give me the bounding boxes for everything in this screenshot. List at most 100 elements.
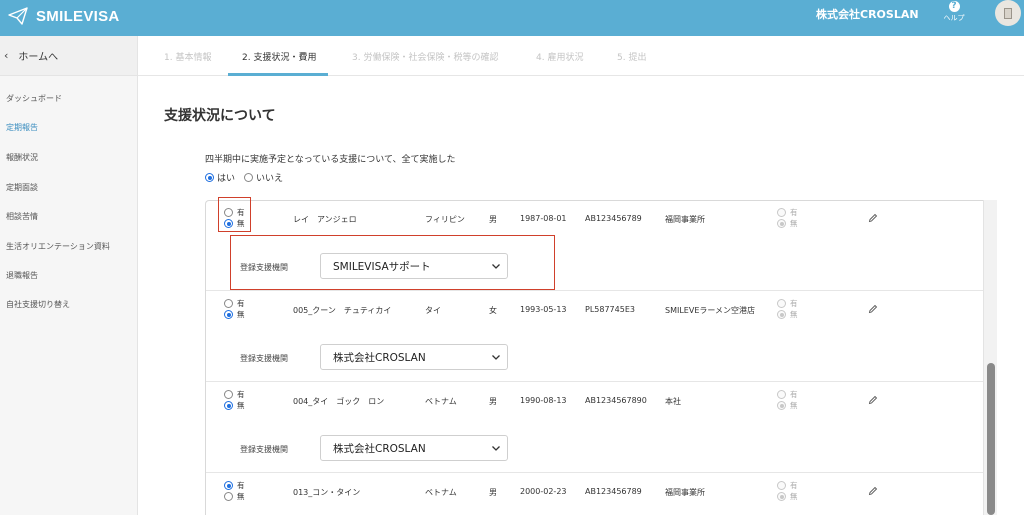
sidebar-item[interactable]: 定期面談 bbox=[6, 182, 38, 193]
radio-yes[interactable]: はい bbox=[205, 171, 235, 184]
cell-id: AB123456789 bbox=[585, 214, 642, 223]
support-org-select[interactable]: SMILEVISAサポート bbox=[320, 253, 508, 279]
support-org-value: 株式会社CROSLAN bbox=[333, 351, 426, 364]
row-selection-yes[interactable]: 有 bbox=[224, 298, 245, 309]
cell-name: 004_タイ ゴック ロン bbox=[293, 397, 385, 406]
sidebar-item[interactable]: 生活オリエンテーション資料 bbox=[6, 241, 110, 252]
scrollbar-thumb[interactable] bbox=[987, 363, 995, 515]
sidebar-home-link[interactable]: ‹ ホームへ bbox=[0, 36, 137, 76]
row-status-no: 無 bbox=[777, 218, 798, 229]
row-selection-no-indicator[interactable] bbox=[224, 219, 233, 228]
row-status-yes: 有 bbox=[777, 207, 798, 218]
radio-yes-indicator[interactable] bbox=[205, 173, 214, 182]
row-selection-yes-label: 有 bbox=[237, 481, 245, 490]
row-status-no-label: 無 bbox=[790, 492, 798, 501]
support-org-label: 登録支援機関 bbox=[240, 263, 288, 272]
row-selection-no[interactable]: 無 bbox=[224, 218, 245, 229]
row-selection-yes-label: 有 bbox=[237, 299, 245, 308]
row-selection-no-indicator[interactable] bbox=[224, 492, 233, 501]
sidebar-item[interactable]: 相談苦情 bbox=[6, 211, 38, 222]
edit-icon[interactable] bbox=[868, 213, 878, 223]
row-status-yes: 有 bbox=[777, 480, 798, 491]
support-org-label: 登録支援機関 bbox=[240, 445, 288, 454]
row-selection-no[interactable]: 無 bbox=[224, 309, 245, 320]
row-selection-yes-indicator[interactable] bbox=[224, 299, 233, 308]
row-separator bbox=[206, 381, 996, 382]
row-status-no-label: 無 bbox=[790, 219, 798, 228]
row-selection-yes[interactable]: 有 bbox=[224, 480, 245, 491]
radio-no-label: いいえ bbox=[256, 174, 284, 184]
sidebar-item[interactable]: 退職報告 bbox=[6, 270, 38, 281]
radio-no-indicator[interactable] bbox=[244, 173, 253, 182]
row-status-yes-indicator bbox=[777, 208, 786, 217]
row-selection-yes[interactable]: 有 bbox=[224, 389, 245, 400]
edit-icon[interactable] bbox=[868, 395, 878, 405]
cell-office: SMILEVEラーメン空港店 bbox=[665, 306, 756, 315]
row-status-yes-label: 有 bbox=[790, 208, 798, 217]
cell-office: 福岡事業所 bbox=[665, 215, 705, 224]
cell-name: レイ アンジェロ bbox=[293, 215, 357, 224]
cell-id: AB1234567890 bbox=[585, 396, 647, 405]
cell-nationality: タイ bbox=[425, 306, 441, 315]
step-submit[interactable]: 5. 提出 bbox=[617, 50, 646, 63]
support-org-value: 株式会社CROSLAN bbox=[333, 442, 426, 455]
step-employment[interactable]: 4. 雇用状況 bbox=[536, 50, 583, 63]
sidebar-item[interactable]: 定期報告 bbox=[6, 122, 38, 133]
row-status-yes-indicator bbox=[777, 390, 786, 399]
cell-gender: 男 bbox=[489, 488, 497, 497]
avatar[interactable] bbox=[995, 0, 1021, 26]
help-button[interactable]: ? ヘルプ bbox=[940, 1, 968, 23]
cell-office: 福岡事業所 bbox=[665, 488, 705, 497]
row-status-yes-label: 有 bbox=[790, 299, 798, 308]
radio-no[interactable]: いいえ bbox=[244, 171, 283, 184]
scrollbar[interactable] bbox=[983, 200, 997, 515]
sidebar-item[interactable]: 自社支援切り替え bbox=[6, 299, 70, 310]
row-status-yes-indicator bbox=[777, 481, 786, 490]
row-selection-yes-indicator[interactable] bbox=[224, 481, 233, 490]
row-selection-no[interactable]: 無 bbox=[224, 491, 245, 502]
row-status-yes-indicator bbox=[777, 299, 786, 308]
row-selection-yes[interactable]: 有 bbox=[224, 207, 245, 218]
step-basic-info[interactable]: 1. 基本情報 bbox=[164, 50, 211, 63]
brand[interactable]: SMILEVISA bbox=[8, 4, 120, 28]
step-insurance-tax[interactable]: 3. 労働保険・社会保険・税等の確認 bbox=[352, 50, 498, 63]
cell-id: PL587745E3 bbox=[585, 305, 635, 314]
row-selection-yes-indicator[interactable] bbox=[224, 208, 233, 217]
stepper: 1. 基本情報 2. 支援状況・費用 3. 労働保険・社会保険・税等の確認 4.… bbox=[138, 36, 1024, 76]
sidebar: ‹ ホームへ ダッシュボード 定期報告報酬状況定期面談相談苦情生活オリエンテーショ… bbox=[0, 36, 138, 515]
row-selection-no[interactable]: 無 bbox=[224, 400, 245, 411]
row-separator bbox=[206, 472, 996, 473]
cell-birthdate: 2000-02-23 bbox=[520, 487, 567, 496]
radio-yes-label: はい bbox=[217, 174, 236, 184]
cell-name: 013_コン・タイン bbox=[293, 488, 361, 497]
row-status-no: 無 bbox=[777, 491, 798, 502]
support-org-value: SMILEVISAサポート bbox=[333, 260, 431, 273]
support-org-select[interactable]: 株式会社CROSLAN bbox=[320, 344, 508, 370]
step-support-status[interactable]: 2. 支援状況・費用 bbox=[242, 50, 316, 63]
row-status-no: 無 bbox=[777, 400, 798, 411]
support-org-select[interactable]: 株式会社CROSLAN bbox=[320, 435, 508, 461]
sidebar-item[interactable]: 報酬状況 bbox=[6, 152, 38, 163]
edit-icon[interactable] bbox=[868, 304, 878, 314]
row-selection-no-label: 無 bbox=[237, 219, 245, 228]
row-selection-no-indicator[interactable] bbox=[224, 401, 233, 410]
sidebar-item[interactable]: ダッシュボード bbox=[6, 93, 62, 104]
cell-office: 本社 bbox=[665, 397, 681, 406]
row-status-yes: 有 bbox=[777, 389, 798, 400]
row-selection-no-indicator[interactable] bbox=[224, 310, 233, 319]
row-selection-yes-indicator[interactable] bbox=[224, 390, 233, 399]
row-status-no-label: 無 bbox=[790, 401, 798, 410]
cell-gender: 男 bbox=[489, 215, 497, 224]
question-text: 四半期中に実施予定となっている支援について、全て実施した bbox=[205, 155, 456, 165]
edit-icon[interactable] bbox=[868, 486, 878, 496]
section-title: 支援状況について bbox=[164, 108, 276, 124]
row-status-yes-label: 有 bbox=[790, 390, 798, 399]
cell-nationality: ベトナム bbox=[425, 397, 457, 406]
paper-plane-icon bbox=[8, 7, 28, 25]
row-selection-no-label: 無 bbox=[237, 310, 245, 319]
sidebar-home-label: ホームへ bbox=[18, 52, 59, 63]
cell-birthdate: 1993-05-13 bbox=[520, 305, 567, 314]
row-status-yes: 有 bbox=[777, 298, 798, 309]
chevron-down-icon bbox=[492, 264, 500, 269]
row-status-no: 無 bbox=[777, 309, 798, 320]
